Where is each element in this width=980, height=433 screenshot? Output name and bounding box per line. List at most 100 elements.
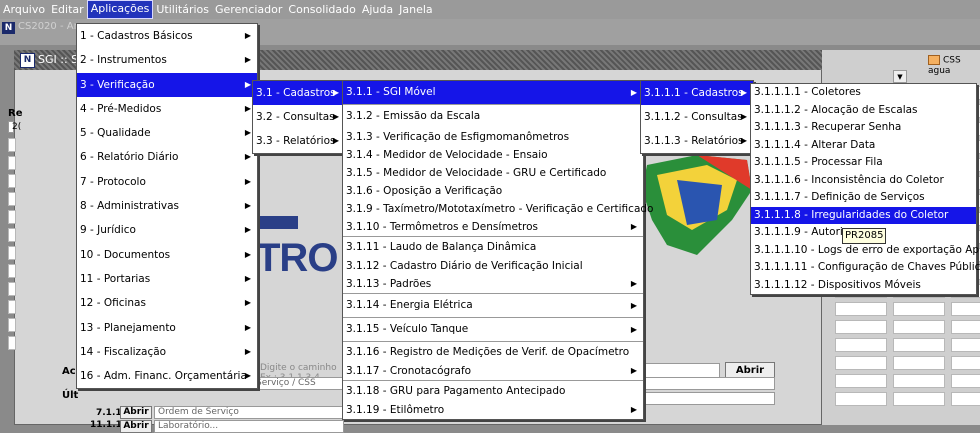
menu-item-label: 3.1.4 - Medidor de Velocidade - Ensaio: [346, 149, 548, 161]
grid-cell[interactable]: [8, 336, 16, 350]
menubar-item-1[interactable]: Editar: [48, 1, 87, 18]
menu3-item[interactable]: 3.1.19 - Etilômetro ▶: [343, 401, 643, 419]
grid-cell[interactable]: [893, 302, 945, 316]
menu1-item[interactable]: 10 - Documentos ▶: [77, 243, 257, 267]
grid-cell[interactable]: [8, 246, 16, 260]
submenu-arrow-icon: ▶: [740, 112, 747, 121]
grid-cell[interactable]: [835, 356, 887, 370]
menu5-item[interactable]: 3.1.1.1.4 - Alterar Data: [751, 137, 976, 155]
bottom-row-2-abrir-button[interactable]: Abrir: [120, 420, 152, 433]
menu3-item[interactable]: 3.1.3 - Verificação de Esfigmomanômetros: [343, 128, 643, 146]
menu3-item[interactable]: 3.1.1 - SGI Móvel ▶: [343, 81, 643, 104]
bottom-row-1-field-ext[interactable]: [640, 392, 775, 405]
menu3-item[interactable]: 3.1.13 - Padrões ▶: [343, 275, 643, 293]
grid-cell[interactable]: [951, 356, 980, 370]
grid-cell[interactable]: [8, 210, 16, 224]
grid-cell[interactable]: [8, 318, 16, 332]
menubar-item-4[interactable]: Gerenciador: [212, 1, 285, 18]
grid-cell[interactable]: [8, 282, 16, 296]
menubar-item-3[interactable]: Utilitários: [153, 1, 212, 18]
menu3-item[interactable]: 3.1.4 - Medidor de Velocidade - Ensaio: [343, 146, 643, 164]
menu1-item[interactable]: 7 - Protocolo ▶: [77, 170, 257, 194]
grid-cell[interactable]: [951, 338, 980, 352]
grid-cell[interactable]: [835, 392, 887, 406]
grid-cell[interactable]: [893, 338, 945, 352]
bottom-row-1-abrir-button[interactable]: Abrir: [120, 406, 152, 419]
menu3-item[interactable]: 3.1.15 - Veículo Tanque ▶: [343, 318, 643, 341]
menu2-item[interactable]: 3.2 - Consultas ▶: [253, 105, 345, 129]
grid-cell[interactable]: [951, 392, 980, 406]
menu1-item[interactable]: 14 - Fiscalização ▶: [77, 340, 257, 364]
menu5-item[interactable]: 3.1.1.1.8 - Irregularidades do Coletor: [751, 206, 976, 224]
menu1-item[interactable]: 11 - Portarias ▶: [77, 267, 257, 291]
menu3-item[interactable]: 3.1.10 - Termômetros e Densímetros ▶: [343, 218, 643, 236]
grid-cell[interactable]: [8, 300, 16, 314]
menu3-item[interactable]: 3.1.18 - GRU para Pagamento Antecipado: [343, 381, 643, 401]
menu1-item[interactable]: 1 - Cadastros Básicos ▶: [77, 24, 257, 48]
menu3-item[interactable]: 3.1.9 - Taxímetro/Mototaxímetro - Verifi…: [343, 200, 653, 218]
menu4-item[interactable]: 3.1.1.1 - Cadastros ▶: [641, 81, 753, 105]
menu5-item[interactable]: 3.1.1.1.10 - Logs de erro de exportação …: [751, 242, 980, 260]
grid-cell[interactable]: [893, 320, 945, 334]
path-input[interactable]: [640, 363, 720, 378]
menu4-item[interactable]: 3.1.1.3 - Relatórios ▶: [641, 129, 753, 153]
menu-item-label: 1 - Cadastros Básicos: [80, 30, 193, 42]
grid-cell[interactable]: [893, 392, 945, 406]
grid-cell[interactable]: [8, 138, 16, 152]
menu5-item[interactable]: 3.1.1.1.2 - Alocação de Escalas: [751, 102, 976, 120]
bottom-row-2-field[interactable]: Laboratório...: [154, 420, 344, 433]
menubar-item-2[interactable]: Aplicações: [86, 0, 154, 19]
grid-cell[interactable]: [8, 174, 16, 188]
grid-cell[interactable]: [8, 192, 16, 206]
menu1-item[interactable]: 13 - Planejamento ▶: [77, 316, 257, 340]
menu4-item[interactable]: 3.1.1.2 - Consultas ▶: [641, 105, 753, 129]
grid-cell[interactable]: [835, 320, 887, 334]
menu3-item[interactable]: 3.1.16 - Registro de Medições de Verif. …: [343, 342, 643, 362]
grid-cell[interactable]: [8, 156, 16, 170]
menu5-item[interactable]: 3.1.1.1.1 - Coletores: [751, 84, 976, 102]
menubar-item-6[interactable]: Ajuda: [359, 1, 396, 18]
menu3-item[interactable]: 3.1.14 - Energia Elétrica ▶: [343, 294, 643, 317]
menubar-item-0[interactable]: Arquivo: [0, 1, 48, 18]
grid-cell[interactable]: [893, 374, 945, 388]
menu5-item[interactable]: 3.1.1.1.11 - Configuração de Chaves Públ…: [751, 259, 980, 277]
menu1-item[interactable]: 3 - Verificação ▶: [77, 72, 257, 97]
grid-cell[interactable]: [951, 302, 980, 316]
grid-cell[interactable]: [8, 264, 16, 278]
menu-item-label: 16 - Adm. Financ. Orçamentária: [80, 370, 247, 383]
menu3-item[interactable]: 3.1.2 - Emissão da Escala: [343, 105, 643, 128]
grid-cell[interactable]: [835, 374, 887, 388]
grid-cell[interactable]: [835, 302, 887, 316]
menu1-item[interactable]: 16 - Adm. Financ. Orçamentária ▶: [77, 364, 257, 388]
aplicacoes-menu: 1 - Cadastros Básicos ▶ 2 - Instrumentos ▶ 3…: [76, 23, 258, 390]
menubar-item-5[interactable]: Consolidado: [285, 1, 358, 18]
menubar-item-7[interactable]: Janela: [396, 1, 436, 18]
bottom-row-0-field-ext[interactable]: [640, 377, 775, 390]
menu2-item[interactable]: 3.1 - Cadastros ▶: [253, 81, 345, 105]
menu3-item[interactable]: 3.1.5 - Medidor de Velocidade - GRU e Ce…: [343, 164, 643, 182]
menu1-item[interactable]: 5 - Qualidade ▶: [77, 121, 257, 145]
menu1-item[interactable]: 8 - Administrativas ▶: [77, 194, 257, 218]
menu5-item[interactable]: 3.1.1.1.5 - Processar Fila: [751, 154, 976, 172]
menu5-item[interactable]: 3.1.1.1.3 - Recuperar Senha: [751, 119, 976, 137]
bottom-row-1-field[interactable]: Ordem de Serviço: [154, 406, 344, 419]
menu1-item[interactable]: 12 - Oficinas ▶: [77, 291, 257, 315]
menu3-item[interactable]: 3.1.11 - Laudo de Balança Dinâmica: [343, 237, 643, 257]
menu1-item[interactable]: 9 - Jurídico ▶: [77, 218, 257, 242]
menu1-item[interactable]: 6 - Relatório Diário ▶: [77, 145, 257, 169]
menu3-item[interactable]: 3.1.6 - Oposição a Verificação: [343, 182, 643, 200]
menu5-item[interactable]: 3.1.1.1.7 - Definição de Serviços: [751, 189, 976, 207]
menu3-item[interactable]: 3.1.12 - Cadastro Diário de Verificação …: [343, 257, 643, 275]
grid-cell[interactable]: [8, 228, 16, 242]
menu5-item[interactable]: 3.1.1.1.6 - Inconsistência do Coletor: [751, 172, 976, 190]
menu5-item[interactable]: 3.1.1.1.12 - Dispositivos Móveis: [751, 277, 976, 295]
grid-cell[interactable]: [835, 338, 887, 352]
grid-cell[interactable]: [951, 320, 980, 334]
menu1-item[interactable]: 4 - Pré-Medidos ▶: [77, 97, 257, 121]
dropdown-arrow-icon[interactable]: ▼: [893, 70, 907, 83]
menu2-item[interactable]: 3.3 - Relatórios ▶: [253, 129, 345, 153]
grid-cell[interactable]: [893, 356, 945, 370]
grid-cell[interactable]: [951, 374, 980, 388]
menu3-item[interactable]: 3.1.17 - Cronotacógrafo ▶: [343, 362, 643, 380]
menu1-item[interactable]: 2 - Instrumentos ▶: [77, 48, 257, 72]
